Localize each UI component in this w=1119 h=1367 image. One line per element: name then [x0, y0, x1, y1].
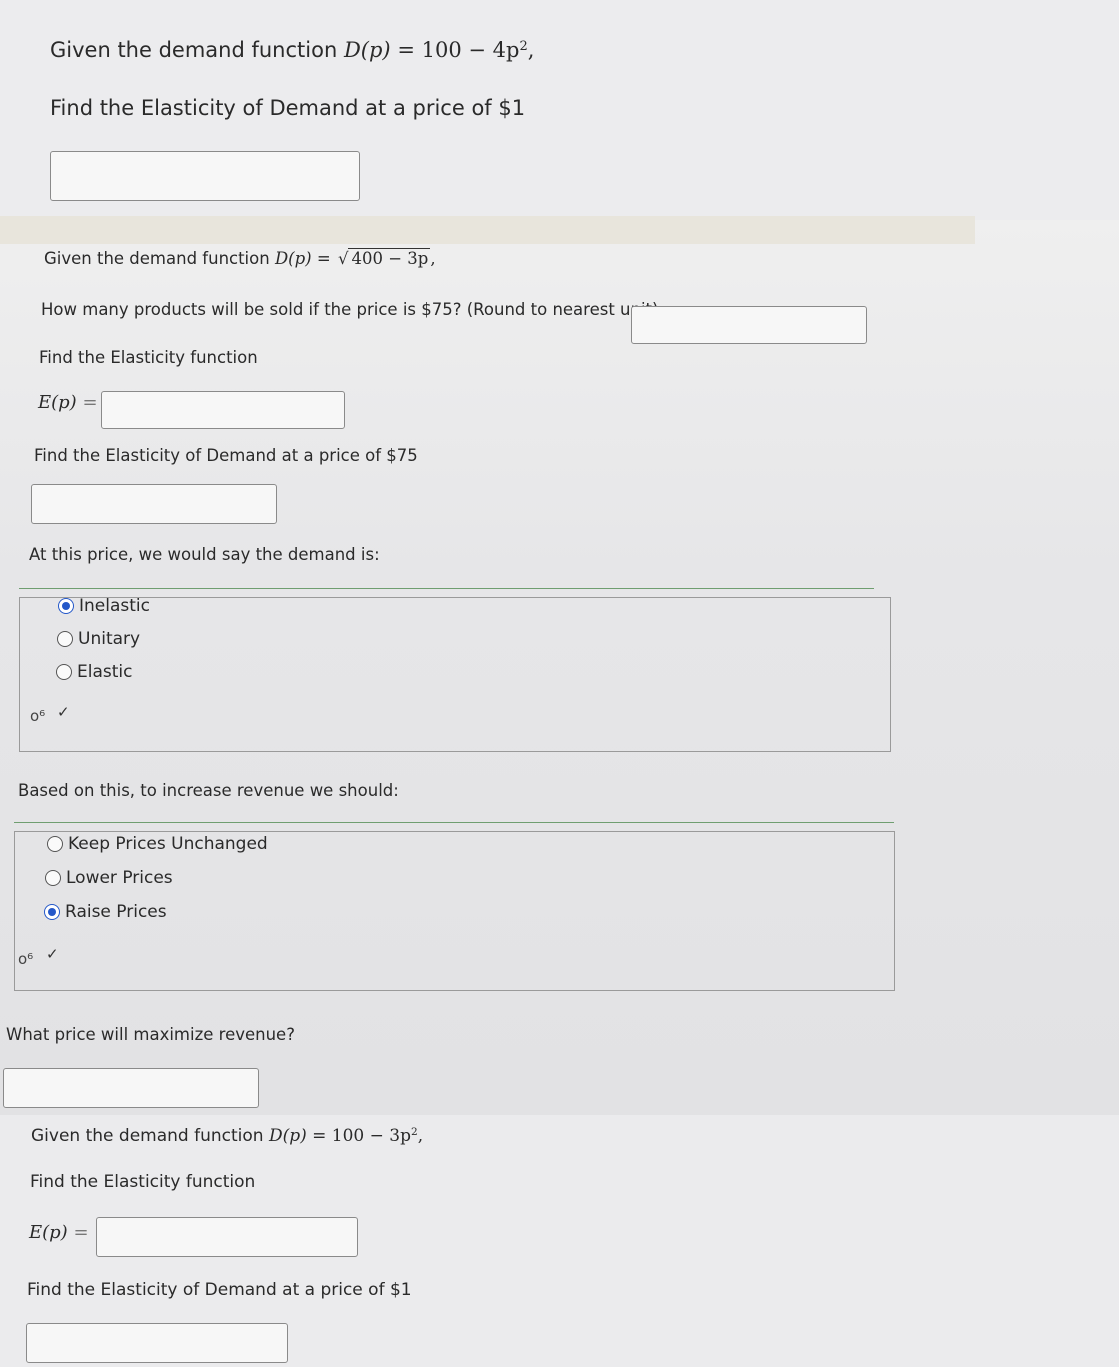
demand-option-label: Elastic	[77, 662, 133, 682]
q2-ep-text: E(p)	[38, 392, 77, 413]
radio-empty-icon[interactable]	[56, 664, 72, 680]
demand-group-accent	[19, 588, 874, 589]
radio-empty-icon[interactable]	[45, 870, 61, 886]
demand-option-label: Unitary	[78, 629, 141, 649]
radio-empty-icon[interactable]	[57, 631, 73, 647]
q2-ep-equals: =	[82, 392, 98, 413]
panel-divider-strip	[0, 216, 975, 244]
demand-option-elastic[interactable]: Elastic	[56, 662, 132, 682]
q2-ep-label: E(p) =	[38, 392, 98, 413]
q1-func-tail: ,	[527, 38, 535, 62]
q3-prompt: Given the demand function	[31, 1126, 264, 1146]
q3-ep-text: E(p)	[29, 1222, 68, 1243]
q3-elasticity-at-input[interactable]	[26, 1323, 288, 1363]
demand-radio-group	[19, 597, 891, 752]
revenue-group-accent	[14, 822, 894, 823]
q2-func-tail: ,	[430, 249, 436, 268]
key-icon[interactable]: o⁶	[18, 950, 33, 968]
radio-selected-icon[interactable]	[58, 598, 74, 614]
q1-ask: Find the Elasticity of Demand at a price…	[50, 96, 526, 120]
demand-option-label: Inelastic	[79, 596, 150, 616]
q2-elasticity-at-ask: Find the Elasticity of Demand at a price…	[34, 446, 418, 465]
revenue-option-label: Keep Prices Unchanged	[68, 834, 268, 854]
q2-radicand: 400 − 3p	[348, 248, 431, 268]
q3-ep-input[interactable]	[96, 1217, 358, 1257]
q2-func-lhs: D(p)	[274, 249, 312, 268]
demand-option-unitary[interactable]: Unitary	[57, 629, 140, 649]
q3-function: D(p) = 100 − 3p2,	[269, 1126, 423, 1146]
q1-func-rhs: 100 − 4p	[421, 38, 520, 62]
revenue-option-keep[interactable]: Keep Prices Unchanged	[47, 834, 268, 854]
demand-option-inelastic[interactable]: Inelastic	[58, 596, 150, 616]
q2-equals: =	[316, 249, 331, 268]
q3-func-lhs: D(p)	[268, 1126, 307, 1146]
q2-revenue-ask: Based on this, to increase revenue we sh…	[18, 781, 399, 800]
q1-func-lhs: D(p)	[343, 38, 391, 62]
q1-func-exp: 2	[519, 38, 528, 54]
q1-function: D(p) = 100 − 4p2,	[344, 38, 534, 62]
q2-statement: Given the demand function D(p) = √ 400 − …	[44, 248, 436, 268]
q2-sqrt: √ 400 − 3p	[337, 248, 431, 268]
key-icon[interactable]: o⁶	[30, 707, 45, 725]
revenue-option-raise[interactable]: Raise Prices	[44, 902, 167, 922]
q2-maxprice-ask: What price will maximize revenue?	[6, 1025, 295, 1044]
q2-prompt: Given the demand function	[44, 249, 270, 268]
q3-func-exp: 2	[411, 1126, 418, 1139]
q3-func-rhs: 100 − 3p	[331, 1126, 411, 1146]
revenue-option-label: Lower Prices	[66, 868, 173, 888]
q2-maxprice-input[interactable]	[3, 1068, 259, 1108]
q3-elasticity-fn-ask: Find the Elasticity function	[30, 1172, 256, 1192]
revenue-option-label: Raise Prices	[65, 902, 167, 922]
q1-equals: =	[397, 38, 415, 62]
q2-products-ask: How many products will be sold if the pr…	[41, 300, 659, 319]
q2-products-input[interactable]	[631, 306, 867, 344]
radio-selected-icon[interactable]	[44, 904, 60, 920]
q2-elasticity-at-input[interactable]	[31, 484, 277, 524]
q3-statement: Given the demand function D(p) = 100 − 3…	[31, 1126, 423, 1146]
check-icon: ✓	[57, 703, 70, 721]
q3-equals: =	[312, 1126, 327, 1146]
radio-empty-icon[interactable]	[47, 836, 63, 852]
q3-ep-equals: =	[73, 1222, 89, 1243]
q3-elasticity-at-ask: Find the Elasticity of Demand at a price…	[27, 1280, 412, 1300]
q2-function: D(p) = √ 400 − 3p,	[274, 248, 436, 268]
q3-ep-label: E(p) =	[29, 1222, 89, 1243]
check-icon: ✓	[46, 945, 59, 963]
q2-demand-ask: At this price, we would say the demand i…	[29, 545, 380, 564]
revenue-option-lower[interactable]: Lower Prices	[45, 868, 173, 888]
q2-ep-input[interactable]	[101, 391, 345, 429]
q1-statement: Given the demand function D(p) = 100 − 4…	[50, 38, 534, 62]
q1-prompt: Given the demand function	[50, 38, 338, 62]
q1-answer-input[interactable]	[50, 151, 360, 201]
q3-func-tail: ,	[417, 1126, 424, 1146]
q2-elasticity-fn-ask: Find the Elasticity function	[39, 348, 258, 367]
